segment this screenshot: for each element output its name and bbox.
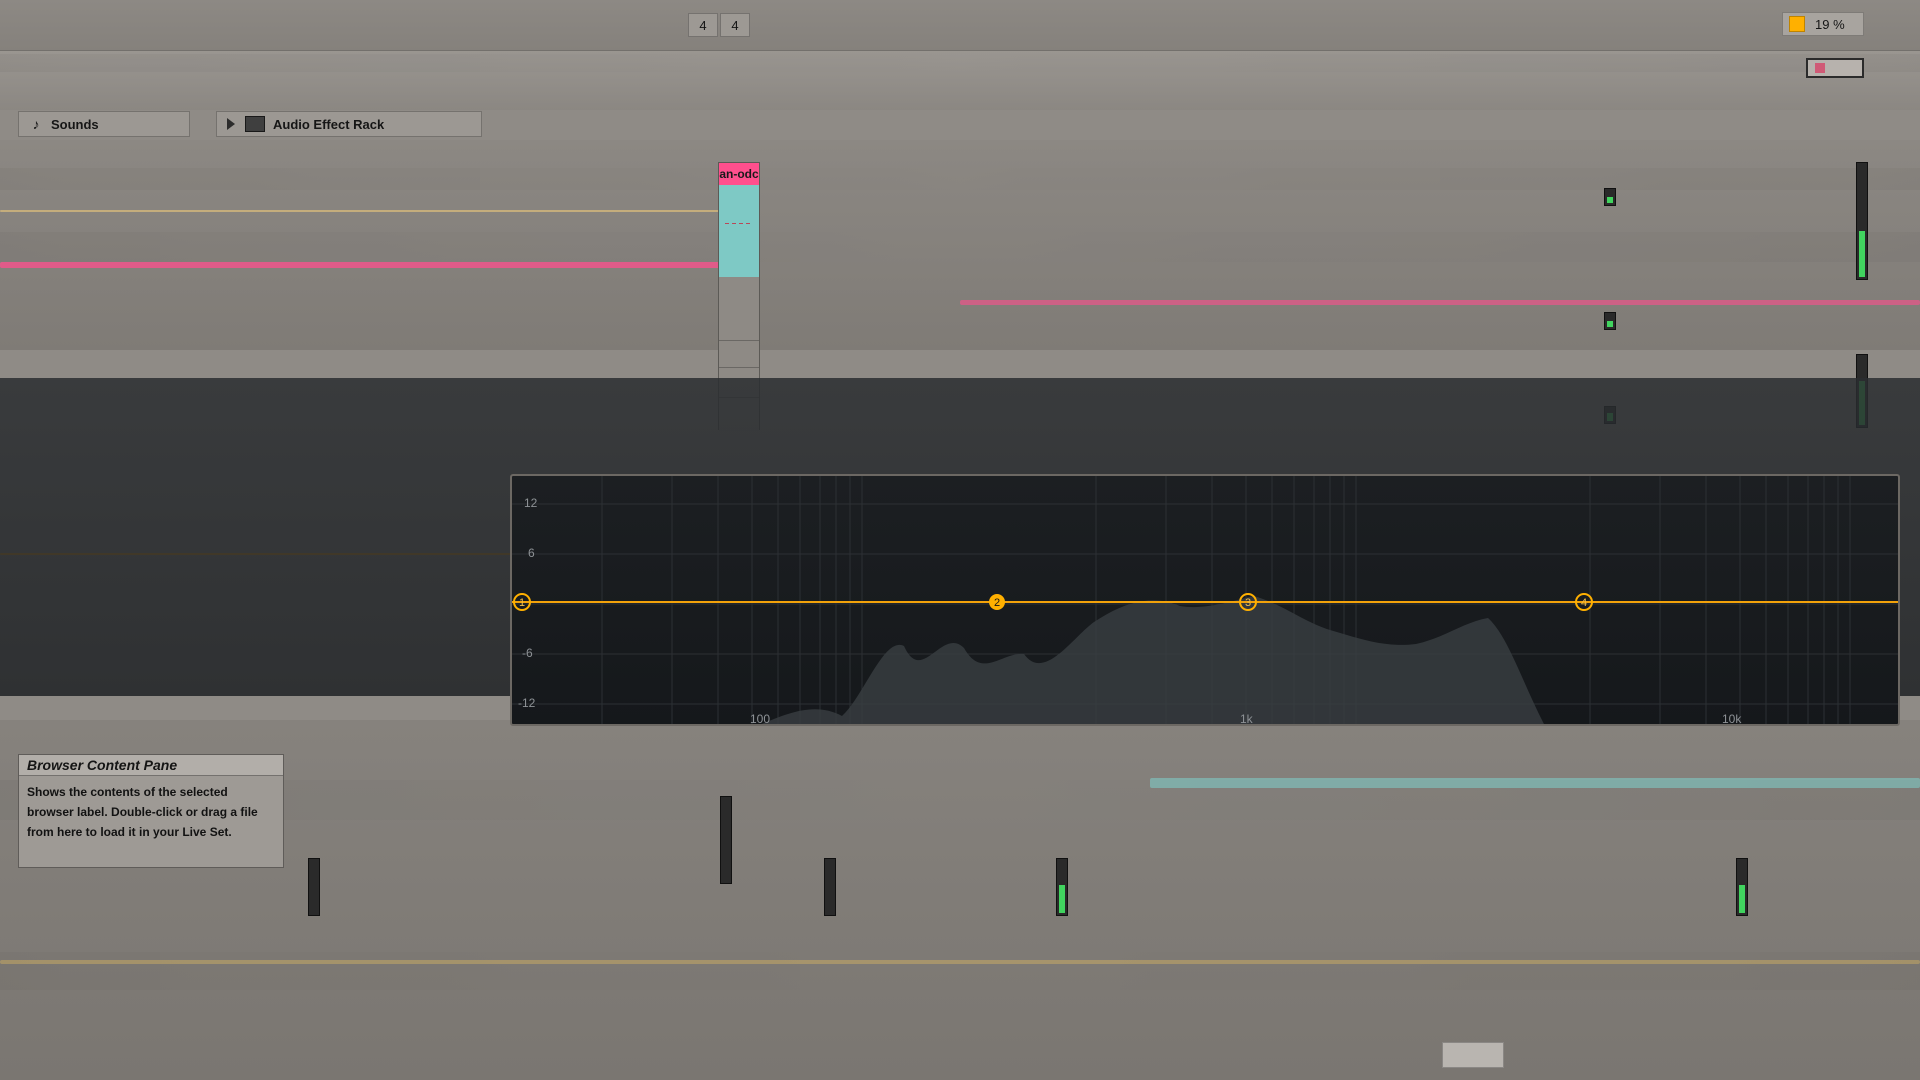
pink-streak — [960, 300, 1920, 305]
audio-effect-rack-icon — [245, 116, 265, 132]
time-signature-numerator[interactable]: 4 — [688, 13, 718, 37]
eq-band-2[interactable]: 2 — [989, 594, 1005, 610]
info-view: Browser Content Pane Shows the contents … — [18, 754, 284, 868]
mixer-meter — [824, 858, 836, 916]
eq-y-tick-minus-6: -6 — [522, 646, 533, 660]
music-note-icon: ♪ — [32, 116, 40, 132]
transport-bar — [0, 0, 1920, 51]
browser-item-text: Audio Effect Rack — [273, 116, 385, 132]
glitch-overlay-5 — [0, 952, 1920, 990]
eq-band-2-label: 2 — [994, 597, 1000, 609]
yellow-streak — [0, 210, 760, 212]
track-meter-level — [1607, 321, 1613, 327]
mixer-meter — [308, 858, 320, 916]
eq-eight-display[interactable]: 1 2 3 4 12 6 -6 -12 100 1k 10k — [510, 474, 1900, 726]
clip-slot-playing[interactable] — [719, 185, 759, 278]
cpu-load-value: 19 % — [1815, 16, 1845, 32]
arrangement-overview[interactable] — [1806, 58, 1864, 78]
cpu-load-meter: 19 % — [1782, 12, 1864, 36]
eq-x-tick-100: 100 — [750, 712, 771, 726]
eq-band-4-label: 4 — [1581, 597, 1587, 609]
mixer-meter — [1736, 858, 1748, 916]
eq-x-tick-10k: 10k — [1722, 712, 1742, 726]
expand-triangle-icon[interactable] — [227, 118, 235, 130]
glitch-overlay-2 — [0, 168, 1920, 190]
master-meter — [1856, 162, 1868, 280]
background-band-lower — [0, 720, 1920, 1080]
browser-labels: ♪ Sounds Audio Effect Rack — [18, 111, 482, 137]
track-meter-level — [1607, 197, 1613, 203]
eq-y-tick-12: 12 — [524, 496, 538, 510]
eq-y-tick-6: 6 — [528, 546, 535, 560]
track-meter — [1604, 188, 1616, 206]
browser-label-sounds[interactable]: ♪ Sounds — [18, 111, 190, 137]
scrollbar-thumb[interactable] — [1442, 1042, 1504, 1068]
eq-band-3-label: 3 — [1245, 597, 1251, 609]
clip-name[interactable]: an-odc — [719, 163, 759, 186]
spectrum-area — [761, 596, 1544, 724]
yellow-streak — [0, 960, 1920, 964]
overview-marker-icon — [1815, 63, 1825, 73]
info-view-text: Shows the contents of the selected brows… — [27, 785, 258, 839]
pink-streak — [0, 262, 720, 268]
mixer-meter — [720, 796, 732, 884]
cpu-load-indicator-icon — [1789, 16, 1805, 32]
mixer-meter — [1056, 858, 1068, 916]
eq-x-tick-1k: 1k — [1240, 712, 1253, 726]
info-view-title: Browser Content Pane — [19, 755, 283, 776]
eq-graph[interactable]: 1 2 3 4 — [512, 476, 1900, 726]
master-meter-level — [1859, 231, 1865, 277]
eq-band-1-label: 1 — [519, 597, 525, 609]
browser-label-text: Sounds — [51, 116, 99, 132]
time-signature-denominator[interactable]: 4 — [720, 13, 750, 37]
eq-y-tick-minus-12: -12 — [518, 696, 536, 710]
mixer-meter-level — [1059, 885, 1065, 913]
glitch-overlay-3 — [0, 232, 1920, 262]
browser-item-audio-effect-rack[interactable]: Audio Effect Rack — [216, 111, 482, 137]
mixer-meter-level — [1739, 885, 1745, 913]
glitch-overlay-1 — [0, 54, 1920, 72]
track-meter — [1604, 312, 1616, 330]
teal-streak — [1150, 778, 1920, 788]
